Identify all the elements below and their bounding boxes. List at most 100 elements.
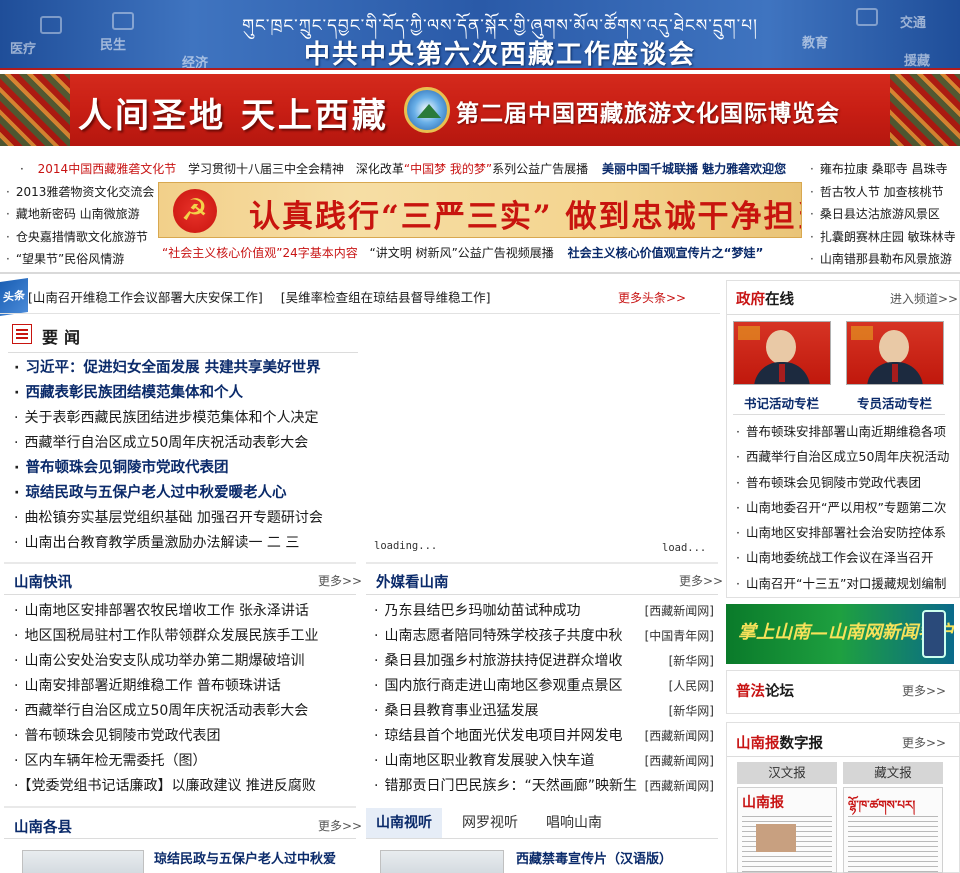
list-item[interactable]: · 关于表彰西藏民族团结进步模范集体和个人决定 bbox=[14, 406, 364, 431]
list-item[interactable]: · 西藏举行自治区成立50周年庆祝活动表彰大会 bbox=[14, 431, 364, 456]
news-link[interactable]: 曲松镇夯实基层党组织基础 加强召开专题研讨会 bbox=[24, 510, 322, 526]
list-item[interactable]: · 西藏举行自治区成立50周年庆祝活动 bbox=[736, 444, 956, 469]
news-link[interactable]: 西藏举行自治区成立50周年庆祝活动 bbox=[746, 449, 949, 464]
news-link[interactable]: 乃东县结巴乡玛咖幼苗试种成功 bbox=[384, 603, 580, 619]
news-link[interactable]: 桑日县教育事业迅猛发展 bbox=[384, 703, 538, 719]
list-item[interactable]: · 普布顿珠安排部署山南近期维稳各项 bbox=[736, 419, 956, 444]
news-link[interactable]: 【党委党组书记话廉政】以廉政建议 推进反腐败 bbox=[24, 778, 315, 794]
commissioner-photo[interactable] bbox=[846, 321, 944, 385]
headline-link[interactable]: [山南召开维稳工作会议部署大庆安保工作] bbox=[28, 290, 263, 305]
news-link[interactable]: 琼结民政与五保户老人过中秋爱暖老人心 bbox=[26, 485, 287, 501]
list-item[interactable]: · 错那贡日门巴民族乡：“天然画廊”映新生 [西藏新闻网] bbox=[374, 774, 714, 799]
list-item[interactable]: · 山南地区安排部署社会治安防控体系 bbox=[736, 520, 956, 545]
list-item[interactable]: · 山南地委召开“严以用权”专题第二次 bbox=[736, 495, 956, 520]
news-link[interactable]: 西藏举行自治区成立50周年庆祝活动表彰大会 bbox=[24, 703, 308, 719]
news-link[interactable]: 关于表彰西藏民族团结进步模范集体和个人决定 bbox=[24, 410, 318, 426]
promo-link[interactable]: “讲文明 树新风”公益广告视频展播 bbox=[370, 246, 554, 260]
news-link[interactable]: 桑日县加强乡村旅游扶持促进群众增收 bbox=[384, 653, 622, 669]
more-link[interactable]: 更多>> bbox=[318, 572, 362, 589]
promo-link[interactable]: 24字基本内容 bbox=[282, 246, 357, 260]
list-item[interactable]: · 琼结民政与五保户老人过中秋爱暖老人心 bbox=[14, 481, 364, 506]
mobile-app-banner[interactable]: 掌上山南—山南网新闻客户端 bbox=[726, 604, 954, 664]
news-link[interactable]: 山南出台教育教学质量激励办法解读一 二 三 bbox=[24, 535, 299, 551]
news-link[interactable]: 地区国税局驻村工作队带领群众发展民族手工业 bbox=[24, 628, 318, 644]
news-link[interactable]: 普布顿珠会见铜陵市党政代表团 bbox=[24, 728, 220, 744]
news-link[interactable]: 山南公安处治安支队成功举办第二期爆破培训 bbox=[24, 653, 304, 669]
county-news-image[interactable] bbox=[22, 850, 144, 873]
promo-link[interactable]: 社会主义核心价值观宣传片之“梦娃” bbox=[568, 246, 764, 260]
list-item[interactable]: · 习近平：促进妇女全面发展 共建共享美好世界 bbox=[14, 356, 364, 381]
list-item[interactable]: · 桑日县教育事业迅猛发展 [新华网] bbox=[374, 699, 714, 724]
promo-link[interactable]: 2013雅砻物资文化交流会 bbox=[16, 185, 155, 199]
list-item[interactable]: · 普布顿珠会见铜陵市党政代表团 bbox=[14, 456, 364, 481]
news-link[interactable]: 西藏举行自治区成立50周年庆祝活动表彰大会 bbox=[24, 435, 308, 451]
news-link[interactable]: 山南地区职业教育发展驶入快车道 bbox=[384, 753, 594, 769]
county-news-link[interactable]: 琼结民政与五保户老人过中秋爱 bbox=[154, 848, 336, 867]
promo-link[interactable]: “中国梦 我的梦” bbox=[404, 162, 492, 176]
promo-link[interactable]: 仓央嘉措情歌文化旅游节 bbox=[16, 230, 148, 244]
list-item[interactable]: · 曲松镇夯实基层党组织基础 加强召开专题研讨会 bbox=[14, 506, 364, 531]
list-item[interactable]: · 乃东县结巴乡玛咖幼苗试种成功 [西藏新闻网] bbox=[374, 599, 714, 624]
list-item[interactable]: · 地区国税局驻村工作队带领群众发展民族手工业 bbox=[14, 624, 354, 649]
tibetan-paper-thumbnail[interactable]: ལྷོ་ཁ་ཚགས་པར། bbox=[843, 787, 943, 873]
news-link[interactable]: 普布顿珠安排部署山南近期维稳各项 bbox=[746, 424, 946, 439]
promo-link[interactable]: 深化改革 bbox=[356, 162, 404, 176]
video-link[interactable]: 西藏禁毒宣传片（汉语版） bbox=[516, 848, 672, 867]
list-item[interactable]: · 山南志愿者陪同特殊学校孩子共度中秋 [中国青年网] bbox=[374, 624, 714, 649]
promo-link[interactable]: 桑日县达沽旅游风景区 bbox=[820, 207, 940, 221]
list-item[interactable]: · 普布顿珠会见铜陵市党政代表团 bbox=[14, 724, 354, 749]
more-headlines-link[interactable]: 更多头条>> bbox=[618, 284, 686, 312]
three-stricts-banner[interactable]: 认真践行“三严三实” 做到忠诚干净担当 bbox=[158, 182, 802, 238]
more-link[interactable]: 更多>> bbox=[902, 734, 946, 751]
news-link[interactable]: 山南地委统战工作会议在泽当召开 bbox=[746, 550, 934, 565]
tab-sing-shannan[interactable]: 唱响山南 bbox=[546, 808, 602, 838]
chinese-paper-thumbnail[interactable]: 山南报 bbox=[737, 787, 837, 873]
tab-shannan-video[interactable]: 山南视听 bbox=[366, 808, 442, 838]
promo-link[interactable]: 哲古牧人节 加查核桃节 bbox=[820, 185, 944, 199]
more-link[interactable]: 更多>> bbox=[679, 572, 723, 589]
list-item[interactable]: · 山南地区安排部署农牧民增收工作 张永泽讲话 bbox=[14, 599, 354, 624]
promo-link[interactable]: 学习贯彻十八届三中全会精神 bbox=[188, 162, 344, 176]
secretary-photo[interactable] bbox=[733, 321, 831, 385]
list-item[interactable]: · 山南召开“十三五”对口援藏规划编制 bbox=[736, 571, 956, 596]
promo-link[interactable]: 美丽中国千城联播 魅力雅砻欢迎您 bbox=[602, 162, 786, 176]
video-thumbnail[interactable] bbox=[380, 850, 504, 873]
list-item[interactable]: · 山南安排部署近期维稳工作 普布顿珠讲话 bbox=[14, 674, 354, 699]
list-item[interactable]: · 国内旅行商走进山南地区参观重点景区 [人民网] bbox=[374, 674, 714, 699]
more-link[interactable]: 更多>> bbox=[318, 817, 362, 834]
list-item[interactable]: · 山南出台教育教学质量激励办法解读一 二 三 bbox=[14, 531, 364, 556]
tab-network-video[interactable]: 网罗视听 bbox=[462, 808, 518, 838]
news-link[interactable]: 山南地区安排部署社会治安防控体系 bbox=[746, 525, 946, 540]
list-item[interactable]: · 西藏举行自治区成立50周年庆祝活动表彰大会 bbox=[14, 699, 354, 724]
list-item[interactable]: · 琼结县首个地面光伏发电项目并网发电 [西藏新闻网] bbox=[374, 724, 714, 749]
list-item[interactable]: · 【党委党组书记话廉政】以廉政建议 推进反腐败 bbox=[14, 774, 354, 799]
list-item[interactable]: · 普布顿珠会见铜陵市党政代表团 bbox=[736, 470, 956, 495]
list-item[interactable]: · 区内车辆年检无需委托（图） bbox=[14, 749, 354, 774]
promo-link[interactable]: “社会主义核心价值观” bbox=[162, 246, 282, 260]
commissioner-column-link[interactable]: 专员活动专栏 bbox=[857, 393, 932, 412]
news-link[interactable]: 错那贡日门巴民族乡：“天然画廊”映新生 bbox=[384, 778, 637, 794]
news-link[interactable]: 西藏表彰民族团结模范集体和个人 bbox=[26, 385, 244, 401]
enter-channel-link[interactable]: 进入频道>> bbox=[890, 290, 958, 307]
tab-chinese-paper[interactable]: 汉文报 bbox=[737, 762, 837, 784]
news-link[interactable]: 山南地委召开“严以用权”专题第二次 bbox=[746, 500, 946, 515]
news-link[interactable]: 山南地区安排部署农牧民增收工作 张永泽讲话 bbox=[24, 603, 308, 619]
news-link[interactable]: 国内旅行商走进山南地区参观重点景区 bbox=[384, 678, 622, 694]
tab-tibetan-paper[interactable]: 藏文报 bbox=[843, 762, 943, 784]
slideshow-panel[interactable] bbox=[366, 318, 718, 558]
promo-link[interactable]: 雍布拉康 桑耶寺 昌珠寺 bbox=[820, 162, 948, 176]
list-item[interactable]: · 山南地区职业教育发展驶入快车道 [西藏新闻网] bbox=[374, 749, 714, 774]
list-item[interactable]: · 西藏表彰民族团结模范集体和个人 bbox=[14, 381, 364, 406]
news-link[interactable]: 山南志愿者陪同特殊学校孩子共度中秋 bbox=[384, 628, 622, 644]
promo-link[interactable]: 山南错那县勒布风景旅游 bbox=[820, 252, 952, 266]
news-link[interactable]: 区内车辆年检无需委托（图） bbox=[24, 753, 206, 769]
promo-link[interactable]: 扎囊朗赛林庄园 敏珠林寺 bbox=[820, 230, 956, 244]
secretary-column-link[interactable]: 书记活动专栏 bbox=[744, 393, 819, 412]
list-item[interactable]: · 桑日县加强乡村旅游扶持促进群众增收 [新华网] bbox=[374, 649, 714, 674]
banner-work-conference[interactable]: 医疗 民生 经济 གུང་ཁྲང་ཀྲུང་དབྱང་གི་བོད་ཀྱི་ལས… bbox=[0, 0, 960, 70]
news-link[interactable]: 普布顿珠会见铜陵市党政代表团 bbox=[26, 460, 229, 476]
promo-link[interactable]: 藏地新密码 山南微旅游 bbox=[16, 207, 140, 221]
promo-link[interactable]: “望果节”民俗风情游 bbox=[16, 252, 124, 266]
promo-link[interactable]: 系列公益广告展播 bbox=[492, 162, 588, 176]
headline-link[interactable]: [吴维率检查组在琼结县督导维稳工作] bbox=[281, 290, 491, 305]
